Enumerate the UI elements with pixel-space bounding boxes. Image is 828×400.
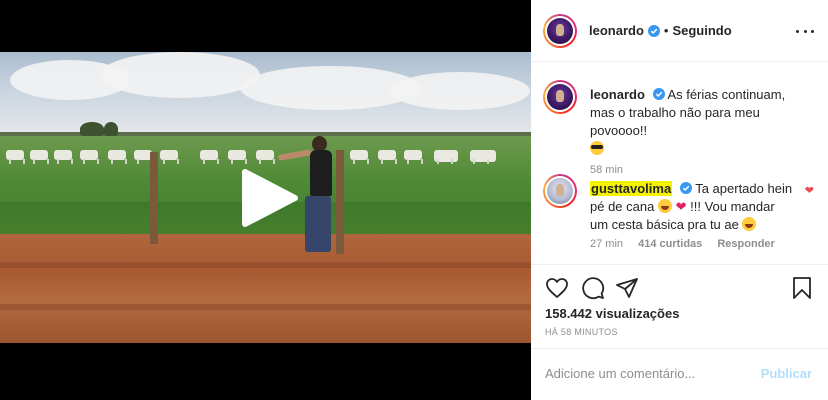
view-count[interactable]: 158.442 visualizações	[545, 306, 679, 321]
cow	[160, 150, 179, 164]
comment-likes[interactable]: 414 curtidas	[638, 238, 702, 250]
caption-text: leonardo As férias continuam, mas o trab…	[590, 86, 795, 158]
person-body	[310, 150, 332, 196]
commenter-username[interactable]: gusttavolima	[590, 181, 673, 196]
video-player[interactable]	[0, 52, 531, 343]
tree	[104, 122, 118, 136]
add-comment-bar: Adicione um comentário... Publicar	[531, 348, 828, 400]
red-heart-emoji-icon: ❤	[675, 199, 687, 214]
verified-badge-icon	[679, 182, 692, 194]
cow	[54, 150, 73, 164]
media-area	[0, 0, 531, 400]
cow	[80, 150, 99, 164]
cow	[228, 150, 247, 164]
comment-bubble-icon[interactable]	[581, 276, 605, 300]
separator-dot: •	[663, 23, 669, 38]
tree	[80, 122, 104, 136]
road-rut	[0, 262, 531, 268]
cow	[256, 150, 275, 164]
heart-outline-icon[interactable]	[545, 276, 569, 300]
following-button[interactable]: Seguindo	[672, 23, 731, 38]
sunglasses-emoji-icon	[590, 141, 604, 155]
cloud	[100, 52, 260, 98]
bookmark-icon[interactable]	[790, 276, 814, 300]
post-side-panel: leonardo • Seguindo leonardo As férias c…	[531, 0, 828, 400]
post-header: leonardo • Seguindo	[531, 0, 828, 62]
comment-text: gusttavolima Ta apertado hein pé de cana…	[590, 180, 795, 234]
person-legs	[305, 196, 331, 252]
post-actions: 158.442 visualizações HÁ 58 MINUTOS	[531, 266, 828, 346]
road-rut	[0, 304, 531, 310]
dirt-road	[0, 234, 531, 343]
verified-badge-icon	[647, 24, 660, 37]
comment-item: gusttavolima Ta apertado hein pé de cana…	[543, 174, 813, 254]
cow	[6, 150, 25, 164]
reply-button[interactable]: Responder	[717, 238, 774, 250]
caption-author-avatar[interactable]	[543, 80, 577, 114]
cow	[30, 150, 49, 164]
cow	[200, 150, 219, 164]
more-dots-icon[interactable]	[796, 22, 814, 40]
comment-input[interactable]: Adicione um comentário...	[545, 366, 695, 381]
cow	[434, 150, 458, 164]
cow	[108, 150, 127, 164]
publish-button[interactable]: Publicar	[761, 366, 812, 381]
fence-post	[150, 152, 158, 244]
cow	[470, 150, 496, 164]
fence-post	[336, 150, 344, 254]
commenter-avatar[interactable]	[543, 174, 577, 208]
author-username[interactable]: leonardo	[589, 23, 644, 38]
cloud	[390, 72, 530, 110]
author-avatar[interactable]	[543, 13, 577, 48]
send-paper-plane-icon[interactable]	[615, 276, 639, 300]
comment-liked-heart-icon[interactable]: ❤	[805, 184, 814, 197]
comment-time[interactable]: 27 min	[590, 238, 623, 250]
play-icon[interactable]	[239, 168, 299, 228]
post-timestamp[interactable]: HÁ 58 MINUTOS	[545, 327, 618, 337]
cow	[378, 150, 397, 164]
comments-section: leonardo As férias continuam, mas o trab…	[531, 62, 828, 265]
comment-meta: 27 min 414 curtidas Responder	[590, 238, 787, 250]
caption-author[interactable]: leonardo	[590, 87, 645, 102]
cow	[350, 150, 369, 164]
instagram-post-modal: leonardo • Seguindo leonardo As férias c…	[0, 0, 828, 400]
caption: leonardo As férias continuam, mas o trab…	[543, 80, 813, 176]
laughing-emoji-icon	[742, 217, 757, 231]
verified-badge-icon	[652, 88, 665, 100]
cow	[404, 150, 423, 164]
laughing-emoji-icon	[657, 199, 672, 213]
